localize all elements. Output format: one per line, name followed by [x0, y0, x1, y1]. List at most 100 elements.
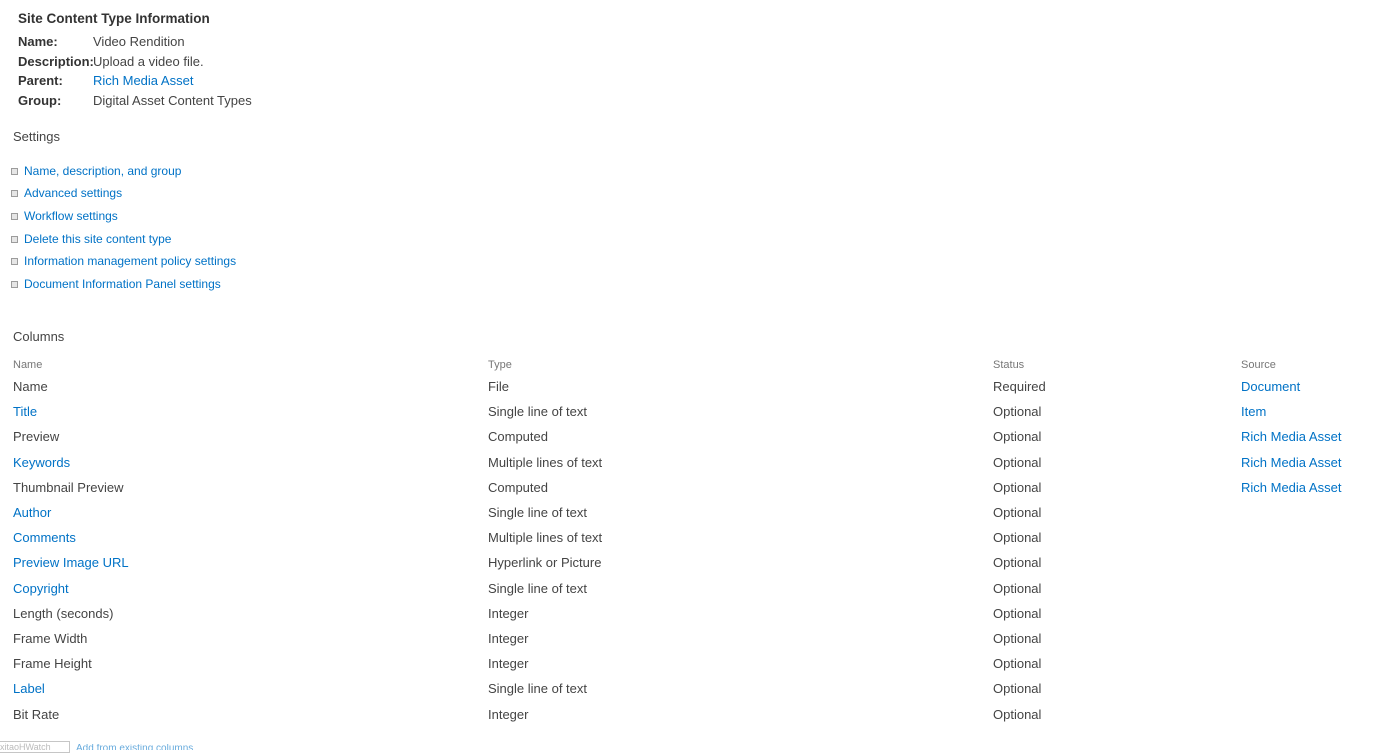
column-type-cell: Integer — [488, 651, 993, 676]
content-type-info: Site Content Type Information Name: Video… — [18, 11, 252, 110]
column-name-text: Preview — [13, 429, 60, 445]
parent-link[interactable]: Rich Media Asset — [93, 71, 193, 91]
column-name-cell: Preview Image URL — [13, 550, 488, 575]
column-source-cell: Rich Media Asset — [1241, 450, 1371, 475]
column-type-text: Single line of text — [488, 505, 588, 521]
column-status-text: Optional — [993, 479, 1042, 495]
column-status-text: Optional — [993, 429, 1042, 445]
column-name-text: Frame Height — [13, 656, 92, 672]
column-source-link[interactable]: Rich Media Asset — [1241, 455, 1341, 470]
status-box: xitaoHWatch — [0, 741, 70, 753]
add-from-existing-columns-link[interactable]: Add from existing columns — [76, 744, 193, 750]
settings-list: Name, description, and group Advanced set… — [11, 162, 236, 298]
column-name-cell: Comments — [13, 525, 488, 550]
info-row: Parent: Rich Media Asset — [18, 71, 252, 91]
column-type-cell: Single line of text — [488, 576, 993, 601]
column-status-text: Optional — [993, 656, 1042, 672]
settings-link[interactable]: Name, description, and group — [24, 163, 181, 180]
column-type-cell: Single line of text — [488, 399, 993, 424]
column-name-link[interactable]: Label — [13, 681, 45, 696]
column-status-cell: Optional — [993, 399, 1241, 424]
column-status-cell: Optional — [993, 550, 1241, 575]
column-name-text: Bit Rate — [13, 706, 60, 722]
column-source-cell — [1241, 651, 1371, 676]
column-name-link[interactable]: Title — [13, 404, 37, 419]
info-value: Upload a video file. — [93, 53, 204, 69]
header-name: Name — [13, 359, 43, 371]
header-type: Type — [488, 359, 512, 371]
column-source-link[interactable]: Rich Media Asset — [1241, 480, 1341, 495]
info-label: Group: — [18, 92, 62, 108]
column-source-link[interactable]: Item — [1241, 404, 1266, 419]
column-name-link[interactable]: Preview Image URL — [13, 555, 129, 570]
column-name-link[interactable]: Copyright — [13, 581, 69, 596]
column-source-cell — [1241, 701, 1371, 726]
table-row: Label Single line of text Optional — [13, 676, 1371, 701]
settings-link[interactable]: Document Information Panel settings — [24, 276, 221, 293]
info-row: Name: Video Rendition — [18, 32, 252, 52]
column-source-cell: Rich Media Asset — [1241, 424, 1371, 449]
column-source-link[interactable]: Document — [1241, 379, 1300, 394]
column-type-text: Single line of text — [488, 404, 588, 420]
column-name-text: Length (seconds) — [13, 605, 114, 621]
column-name-text: Thumbnail Preview — [13, 479, 124, 495]
column-name-link[interactable]: Keywords — [13, 455, 70, 470]
column-status-cell: Optional — [993, 475, 1241, 500]
settings-link[interactable]: Delete this site content type — [24, 231, 171, 248]
column-type-text: Multiple lines of text — [488, 530, 603, 546]
column-status-text: Optional — [993, 681, 1042, 697]
column-name-cell: Length (seconds) — [13, 601, 488, 626]
table-row: Thumbnail Preview Computed Optional Rich Me… — [13, 475, 1371, 500]
column-name-cell: Frame Height — [13, 651, 488, 676]
column-source-cell — [1241, 601, 1371, 626]
column-status-text: Optional — [993, 630, 1042, 646]
settings-link[interactable]: Workflow settings — [24, 208, 118, 225]
column-name-link[interactable]: Author — [13, 505, 51, 520]
column-source-cell — [1241, 676, 1371, 701]
column-type-text: Integer — [488, 706, 529, 722]
info-label: Name: — [18, 34, 58, 49]
column-source-link[interactable]: Rich Media Asset — [1241, 429, 1341, 444]
column-type-cell: Hyperlink or Picture — [488, 550, 993, 575]
column-status-cell: Required — [993, 374, 1241, 399]
column-type-cell: Multiple lines of text — [488, 450, 993, 475]
column-status-text: Optional — [993, 454, 1042, 470]
settings-link[interactable]: Advanced settings — [24, 185, 122, 202]
column-name-cell: Frame Width — [13, 626, 488, 651]
column-name-cell: Keywords — [13, 450, 488, 475]
table-row: Frame Height Integer Optional — [13, 651, 1371, 676]
column-status-cell: Optional — [993, 626, 1241, 651]
column-type-cell: Single line of text — [488, 676, 993, 701]
columns-heading: Columns — [13, 329, 65, 344]
column-name-cell: Name — [13, 374, 488, 399]
table-row: Length (seconds) Integer Optional — [13, 601, 1371, 626]
column-status-text: Optional — [993, 555, 1042, 571]
column-type-text: Integer — [488, 656, 529, 672]
column-name-link[interactable]: Comments — [13, 530, 76, 545]
column-type-cell: File — [488, 374, 993, 399]
info-row: Description: Upload a video file. — [18, 52, 252, 72]
columns-header-row: Name Type Status Source — [13, 356, 1371, 374]
column-name-text: Frame Width — [13, 630, 88, 646]
column-status-text: Optional — [993, 505, 1042, 521]
column-name-cell: Copyright — [13, 576, 488, 601]
column-type-cell: Integer — [488, 626, 993, 651]
column-source-cell: Rich Media Asset — [1241, 475, 1371, 500]
column-type-cell: Computed — [488, 475, 993, 500]
table-row: Copyright Single line of text Optional — [13, 576, 1371, 601]
table-row: Preview Image URL Hyperlink or Picture Opt… — [13, 550, 1371, 575]
column-type-text: Single line of text — [488, 681, 588, 697]
column-type-text: File — [488, 379, 509, 395]
column-type-text: Computed — [488, 479, 548, 495]
column-type-cell: Computed — [488, 424, 993, 449]
column-status-cell: Optional — [993, 500, 1241, 525]
settings-item: Delete this site content type — [11, 230, 236, 253]
column-status-cell: Optional — [993, 525, 1241, 550]
bullet-square-icon — [11, 212, 18, 220]
info-label: Description: — [18, 53, 94, 69]
settings-link[interactable]: Information management policy settings — [24, 253, 236, 270]
table-row: Title Single line of text Optional Item — [13, 399, 1371, 424]
column-source-cell: Item — [1241, 399, 1371, 424]
info-value: Video Rendition — [93, 34, 185, 49]
bullet-square-icon — [11, 235, 18, 243]
